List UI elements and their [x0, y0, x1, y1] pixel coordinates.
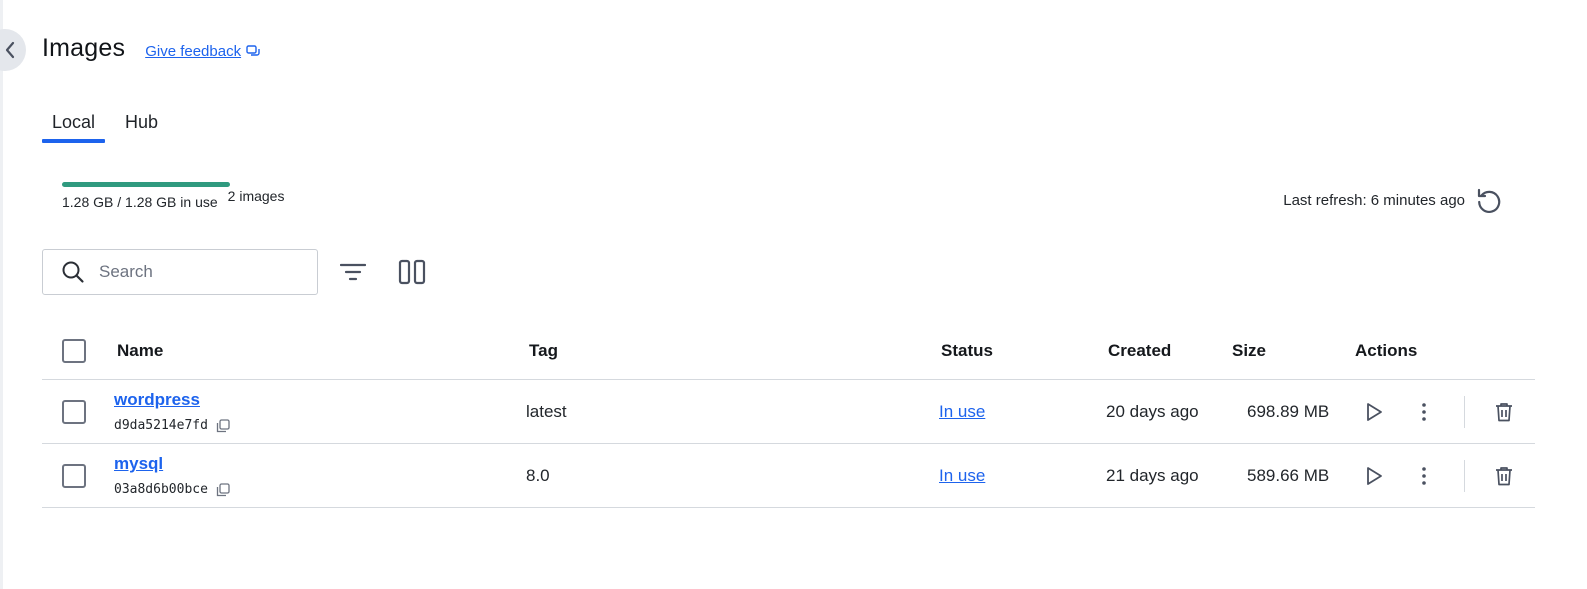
created-date: 21 days ago: [1106, 465, 1199, 485]
last-refresh-label: Last refresh: 6 minutes ago: [1283, 191, 1465, 209]
usage-text: 1.28 GB / 1.28 GB in use: [62, 194, 218, 210]
image-name-link[interactable]: wordpress: [114, 390, 200, 410]
filter-icon[interactable]: [340, 261, 366, 283]
select-all-checkbox[interactable]: [62, 338, 86, 363]
created-date: 20 days ago: [1106, 401, 1199, 421]
more-vertical-icon[interactable]: [1420, 402, 1428, 422]
column-header-actions: Actions: [1355, 340, 1418, 360]
actions-divider: [1464, 460, 1465, 492]
column-header-name[interactable]: Name: [117, 322, 163, 379]
trash-icon[interactable]: [1495, 402, 1513, 422]
columns-icon[interactable]: [398, 259, 426, 285]
refresh-status: Last refresh: 6 minutes ago: [1283, 186, 1503, 214]
more-vertical-icon[interactable]: [1420, 466, 1428, 486]
page-header: Images Give feedback: [42, 34, 260, 63]
column-header-status[interactable]: Status: [941, 322, 993, 379]
image-size: 589.66 MB: [1247, 465, 1330, 485]
image-count: 2 images: [227, 188, 285, 204]
copy-icon[interactable]: [216, 482, 230, 497]
column-header-tag[interactable]: Tag: [529, 322, 558, 379]
image-tag: latest: [526, 401, 567, 421]
table-row: wordpress d9da5214e7fd latest In use 20 …: [42, 380, 1535, 444]
refresh-icon[interactable]: [1475, 186, 1503, 214]
image-size: 698.89 MB: [1247, 401, 1330, 421]
tabs: Local Hub: [42, 110, 168, 143]
status-link[interactable]: In use: [939, 402, 985, 422]
page-title: Images: [42, 34, 126, 62]
column-header-created[interactable]: Created: [1108, 322, 1171, 379]
image-name-link[interactable]: mysql: [114, 454, 163, 474]
table-row: mysql 03a8d6b00bce 8.0 In use 21 days ag…: [42, 444, 1535, 508]
image-id: 03a8d6b00bce: [114, 482, 208, 497]
table-header: Name Tag Status Created Size Actions: [42, 322, 1535, 380]
search-input[interactable]: [99, 262, 299, 282]
image-id: d9da5214e7fd: [114, 418, 208, 433]
toolbar: [42, 249, 426, 295]
actions-divider: [1464, 396, 1465, 428]
column-header-size[interactable]: Size: [1232, 322, 1266, 379]
row-checkbox[interactable]: [62, 399, 86, 424]
play-icon[interactable]: [1365, 466, 1383, 486]
feedback-icon: [241, 44, 260, 58]
tab-hub[interactable]: Hub: [115, 110, 168, 143]
search-icon: [61, 260, 85, 284]
chevron-left-icon: [4, 41, 16, 59]
give-feedback-label: Give feedback: [145, 42, 242, 60]
status-link[interactable]: In use: [939, 466, 985, 486]
row-checkbox[interactable]: [62, 463, 86, 488]
play-icon[interactable]: [1365, 402, 1383, 422]
give-feedback-link[interactable]: Give feedback: [145, 43, 260, 60]
search-box: [42, 249, 318, 295]
collapse-sidebar-button[interactable]: [0, 29, 26, 71]
images-table: Name Tag Status Created Size Actions wor…: [42, 322, 1535, 508]
tab-local[interactable]: Local: [42, 110, 106, 143]
usage-bar-fill: [62, 182, 230, 187]
trash-icon[interactable]: [1495, 466, 1513, 486]
left-edge: [0, 0, 3, 589]
disk-usage: 1.28 GB / 1.28 GB in use 2 images: [62, 182, 284, 210]
copy-icon[interactable]: [216, 418, 230, 433]
image-tag: 8.0: [526, 465, 550, 485]
usage-bar: [62, 182, 230, 187]
